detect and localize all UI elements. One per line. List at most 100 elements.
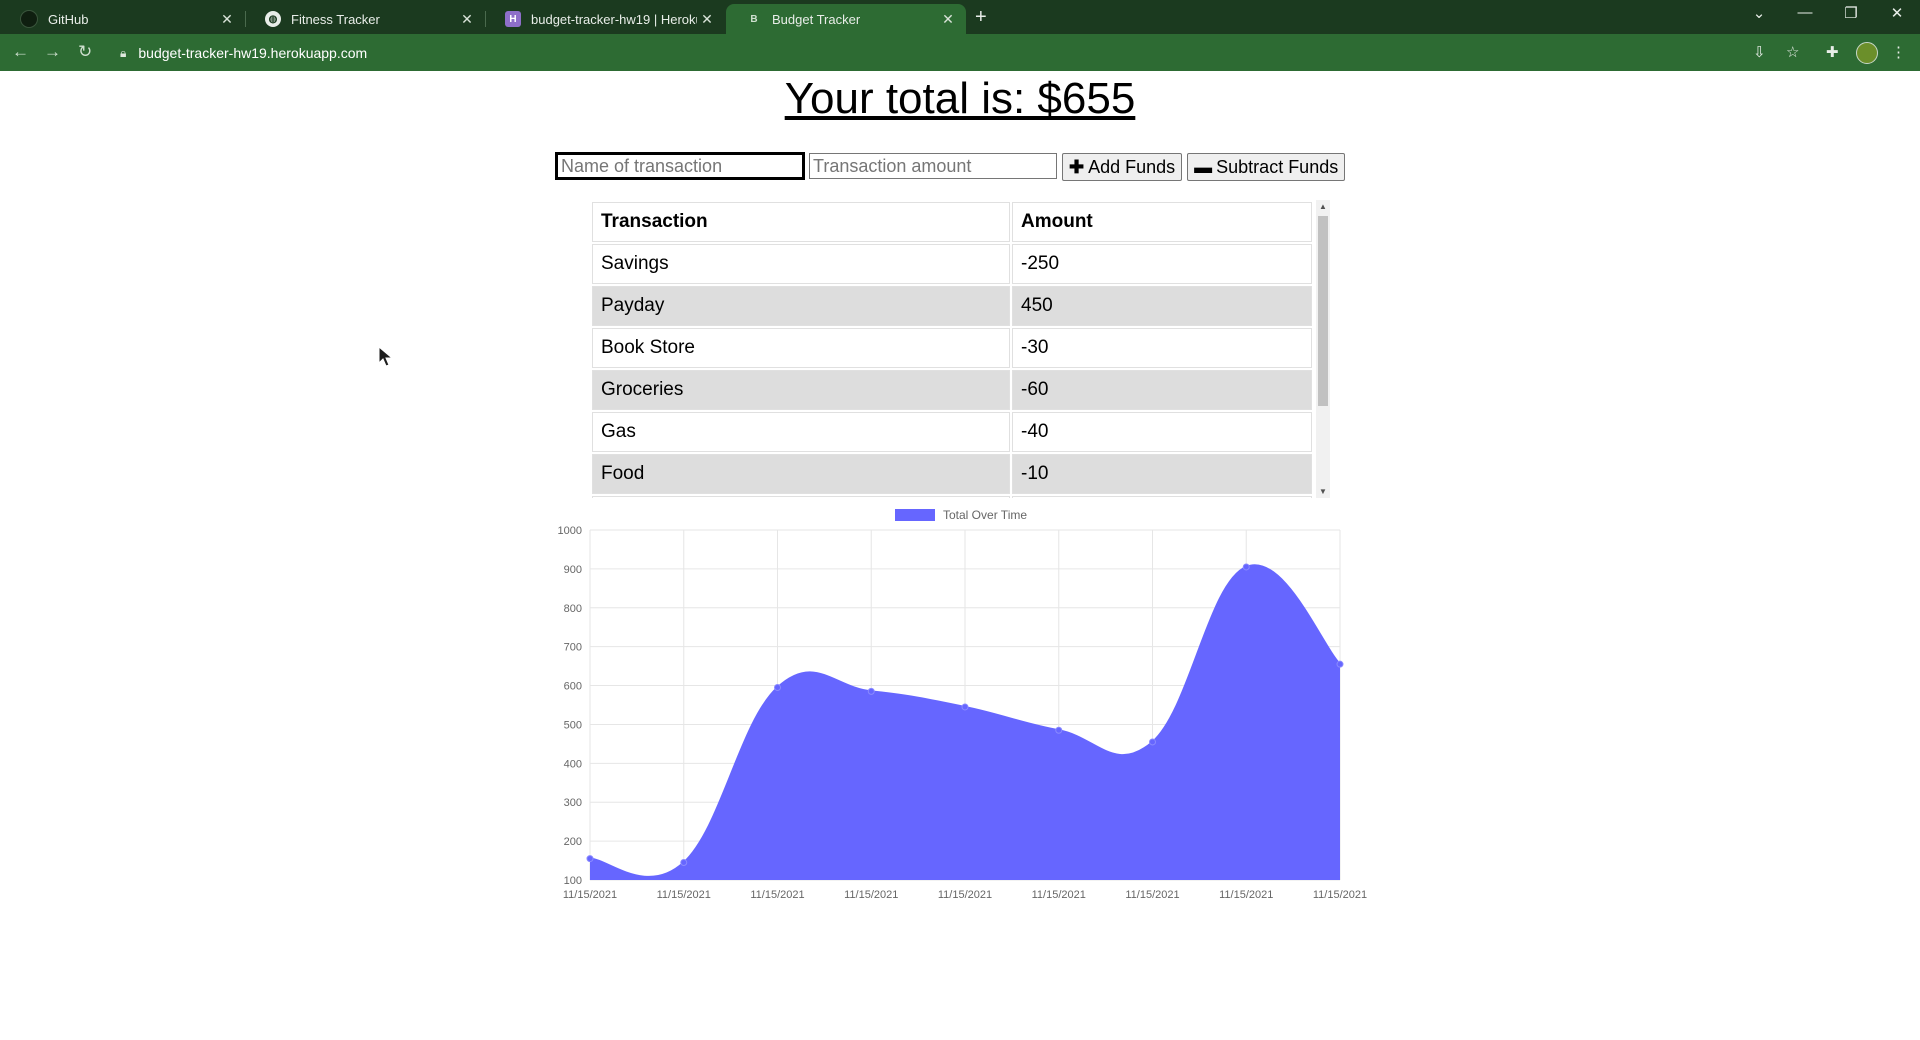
transaction-amount-cell: 450 (1012, 286, 1312, 326)
legend-swatch (895, 509, 935, 521)
globe-icon: ◍ (265, 11, 281, 27)
budget-tracker-icon: B (746, 11, 762, 27)
url-text: budget-tracker-hw19.herokuapp.com (138, 45, 368, 61)
transactions-table: Transaction Amount Savings -250 Payday 4… (590, 200, 1314, 498)
column-header-amount: Amount (1012, 202, 1312, 242)
table-header-row: Transaction Amount (592, 202, 1312, 242)
tab-heroku[interactable]: H budget-tracker-hw19 | Heroku ✕ (485, 4, 725, 34)
table-row: Savings -250 (592, 244, 1312, 284)
close-icon[interactable]: ✕ (697, 11, 717, 28)
data-point (1149, 738, 1156, 746)
new-tab-icon[interactable]: + (975, 6, 987, 29)
address-bar[interactable]: 🔒︎ budget-tracker-hw19.herokuapp.com (112, 40, 1752, 66)
x-tick-label: 11/15/2021 (938, 889, 992, 901)
y-tick-label: 700 (564, 642, 582, 654)
tab-title: GitHub (48, 11, 89, 27)
subtract-funds-label: Subtract Funds (1216, 156, 1339, 177)
plus-icon: ✚ (1069, 156, 1085, 177)
transaction-amount-cell: -250 (1012, 244, 1312, 284)
x-tick-label: 11/15/2021 (1032, 889, 1086, 901)
y-tick-label: 200 (564, 836, 582, 848)
transaction-amount-cell: -60 (1012, 370, 1312, 410)
tab-fitness-tracker[interactable]: ◍ Fitness Tracker ✕ (245, 4, 486, 34)
x-tick-label: 11/15/2021 (1219, 889, 1273, 901)
transaction-amount-input[interactable] (809, 153, 1057, 179)
y-tick-label: 1000 (558, 525, 582, 537)
total-over-time-chart: 100 200 300 400 500 600 700 800 900 1000 11/15/202… (558, 508, 1368, 901)
bookmark-star-icon[interactable]: ☆ (1786, 43, 1799, 61)
add-funds-label: Add Funds (1088, 156, 1176, 177)
tab-github[interactable]: GitHub ✕ (0, 4, 246, 34)
y-tick-label: 500 (564, 719, 582, 731)
tab-title: Fitness Tracker (291, 11, 380, 27)
transaction-name-cell: Gas (592, 412, 1010, 452)
column-header-transaction: Transaction (592, 202, 1010, 242)
scrollbar-thumb[interactable] (1318, 216, 1328, 406)
heroku-icon: H (505, 11, 521, 27)
transaction-amount-cell: -30 (1012, 328, 1312, 368)
data-point (680, 859, 688, 866)
y-tick-label: 400 (564, 758, 582, 770)
scroll-up-icon[interactable]: ▲ (1319, 202, 1327, 211)
transaction-name-cell: Payday (592, 286, 1010, 326)
table-row: Food -10 (592, 454, 1312, 494)
browser-tab-bar: GitHub ✕ ◍ Fitness Tracker ✕ H budget-tr… (0, 0, 1920, 34)
install-app-icon[interactable]: ⇩ (1753, 43, 1766, 61)
legend-label: Total Over Time (943, 508, 1027, 522)
transaction-form: ✚ Add Funds ▬ Subtract Funds (555, 152, 1346, 181)
browser-toolbar: ← → ↻ 🔒︎ budget-tracker-hw19.herokuapp.c… (0, 34, 1920, 71)
transaction-name-cell: Savings (592, 244, 1010, 284)
minimize-icon[interactable]: — (1782, 4, 1828, 21)
transaction-name-cell: Book Store (592, 328, 1010, 368)
x-tick-label: 11/15/2021 (1313, 889, 1367, 901)
x-tick-label: 11/15/2021 (844, 889, 898, 901)
transactions-table-container[interactable]: Transaction Amount Savings -250 Payday 4… (590, 200, 1330, 498)
transaction-name-cell: Food (592, 454, 1010, 494)
close-icon[interactable]: ✕ (938, 11, 958, 28)
y-tick-label: 300 (564, 797, 582, 809)
x-tick-label: 11/15/2021 (563, 889, 617, 901)
subtract-funds-button[interactable]: ▬ Subtract Funds (1187, 153, 1346, 181)
github-icon (20, 10, 38, 28)
reload-icon[interactable]: ↻ (78, 42, 92, 62)
table-row (592, 496, 1312, 498)
lock-icon: 🔒︎ (120, 45, 127, 60)
data-point (1242, 563, 1250, 571)
transaction-name-cell (592, 496, 1010, 498)
tab-budget-tracker[interactable]: B Budget Tracker ✕ (726, 4, 966, 34)
transaction-name-cell: Groceries (592, 370, 1010, 410)
y-tick-label: 900 (564, 564, 582, 576)
back-icon[interactable]: ← (12, 42, 29, 62)
data-point (961, 703, 969, 711)
transaction-amount-cell: -40 (1012, 412, 1312, 452)
table-row: Book Store -30 (592, 328, 1312, 368)
menu-icon[interactable]: ⋮ (1891, 43, 1906, 61)
forward-icon[interactable]: → (44, 42, 61, 62)
table-scrollbar[interactable]: ▲ ▼ (1316, 200, 1330, 498)
scroll-down-icon[interactable]: ▼ (1319, 487, 1327, 496)
y-tick-label: 800 (564, 603, 582, 615)
y-tick-label: 100 (564, 875, 582, 887)
restore-icon[interactable]: ❐ (1828, 4, 1874, 22)
tab-search-icon[interactable]: ⌄ (1736, 4, 1782, 22)
y-tick-label: 600 (564, 681, 582, 693)
table-row: Gas -40 (592, 412, 1312, 452)
transaction-name-input[interactable] (555, 152, 805, 180)
extensions-icon[interactable]: ✚ (1826, 43, 1839, 61)
mouse-cursor-icon (378, 346, 394, 367)
total-heading: Your total is: $655 (784, 74, 1136, 123)
tab-title: budget-tracker-hw19 | Heroku (531, 11, 697, 27)
data-point (1336, 660, 1344, 668)
window-close-icon[interactable]: ✕ (1874, 4, 1920, 22)
data-point (867, 687, 875, 695)
close-icon[interactable]: ✕ (217, 11, 237, 28)
x-tick-label: 11/15/2021 (1125, 889, 1179, 901)
add-funds-button[interactable]: ✚ Add Funds (1062, 153, 1183, 181)
x-tick-label: 11/15/2021 (657, 889, 711, 901)
table-row: Payday 450 (592, 286, 1312, 326)
tab-title: Budget Tracker (772, 11, 861, 27)
close-icon[interactable]: ✕ (457, 11, 477, 28)
data-point (774, 684, 781, 691)
minus-icon: ▬ (1194, 156, 1213, 177)
profile-avatar[interactable] (1856, 42, 1878, 64)
